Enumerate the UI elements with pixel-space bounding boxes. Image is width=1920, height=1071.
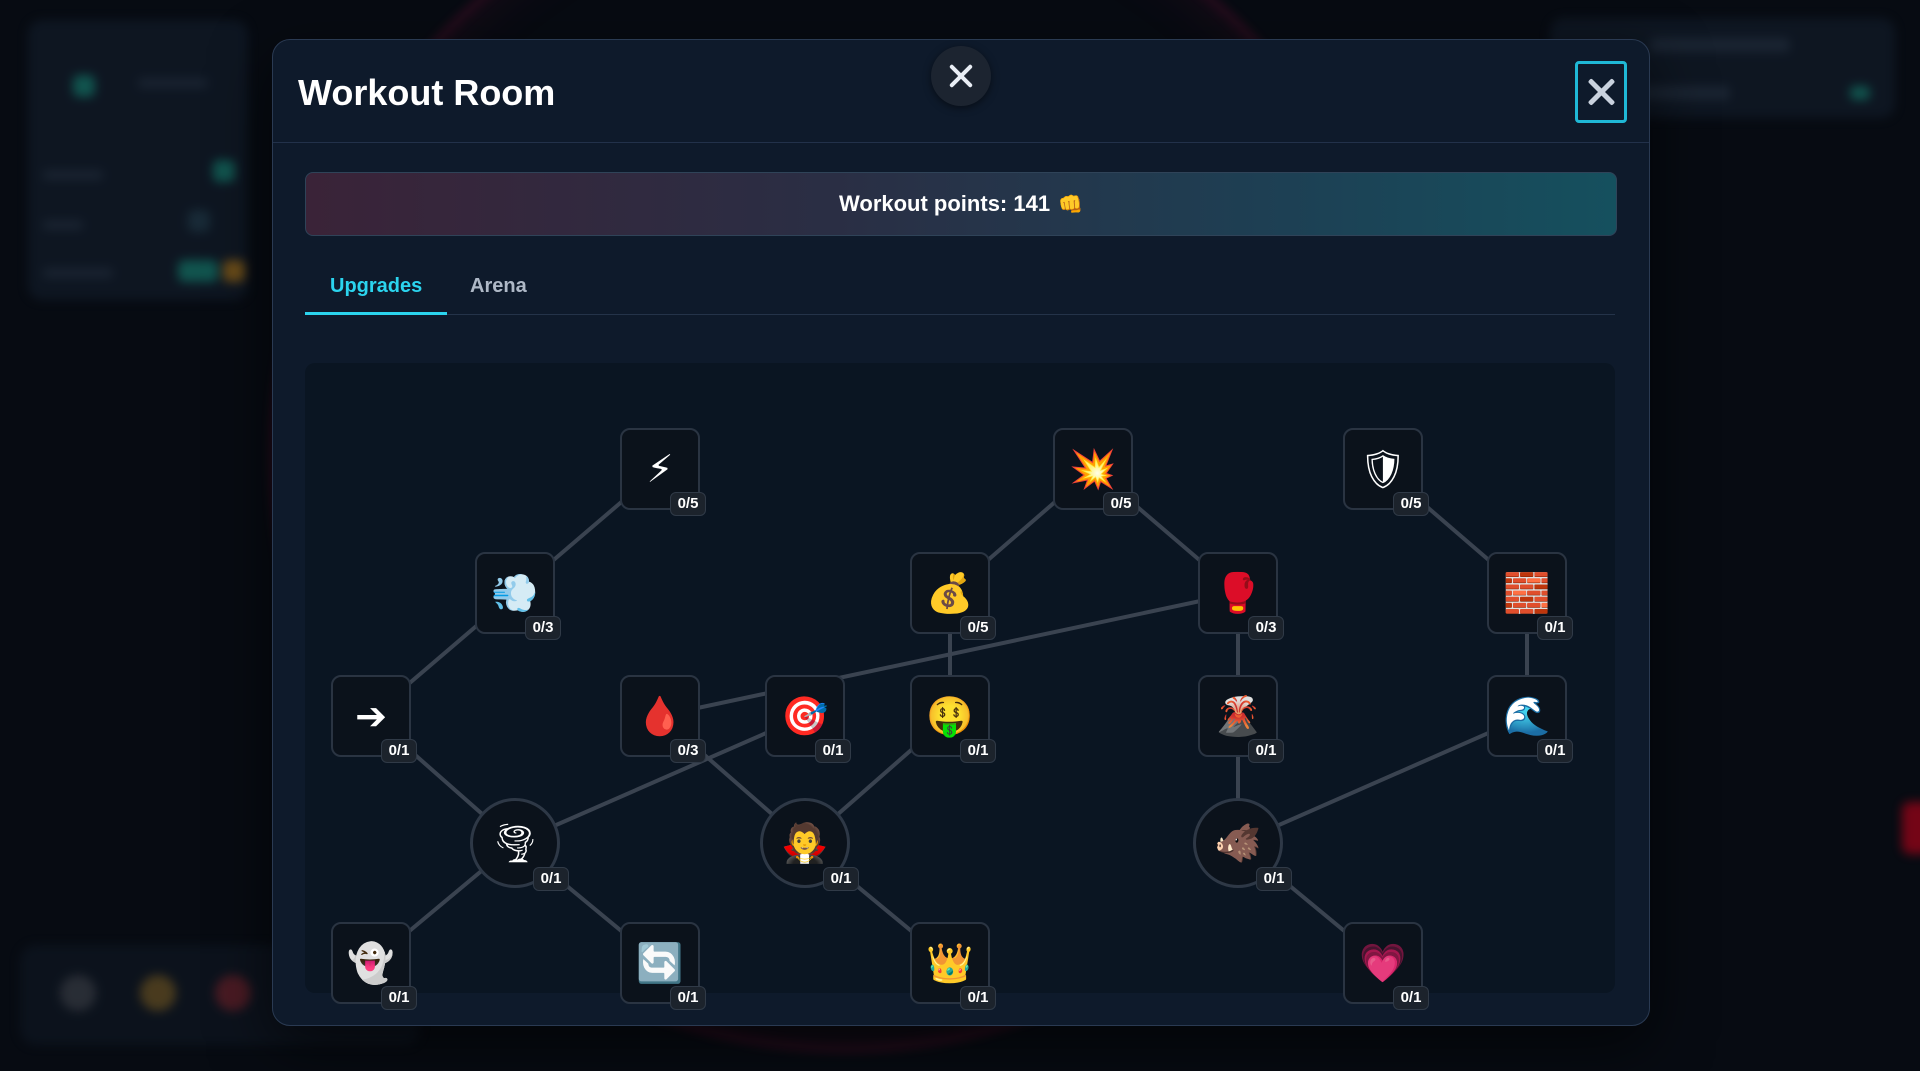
upgrade-level-badge: 0/1 <box>670 986 706 1010</box>
close-button-round[interactable] <box>931 46 991 106</box>
upgrade-node-wave[interactable]: 🌊 0/1 <box>1487 675 1573 763</box>
tab-upgrades[interactable]: Upgrades <box>305 266 448 315</box>
upgrade-node-boxing-glove[interactable]: 🥊 0/3 <box>1198 552 1284 640</box>
tab-arena[interactable]: Arena <box>445 266 552 312</box>
upgrade-level-badge: 0/1 <box>1256 867 1292 891</box>
target-icon: 🎯 <box>781 694 829 738</box>
heart-icon: 💗 <box>1359 941 1407 985</box>
shield-icon: 🛡 <box>1358 447 1408 491</box>
fist-icon: 👊 <box>1058 193 1083 216</box>
upgrade-level-badge: 0/5 <box>1393 492 1429 516</box>
upgrade-node-explosion[interactable]: 💥 0/5 <box>1053 428 1139 516</box>
dash-icon: 💨 <box>491 571 539 615</box>
boar-icon: 🐗 <box>1214 821 1262 865</box>
vampire-icon: 🧛 <box>781 821 829 865</box>
upgrade-level-badge: 0/1 <box>381 986 417 1010</box>
upgrade-node-ghost[interactable]: 👻 0/1 <box>331 922 417 1010</box>
arrow-right-icon: ➔ <box>355 694 387 738</box>
tab-bar: Upgrades Arena <box>305 266 1615 315</box>
lightning-icon: ⚡ <box>646 447 674 491</box>
upgrade-level-badge: 0/1 <box>815 739 851 763</box>
modal-title: Workout Room <box>298 72 556 113</box>
player-stats-panel <box>28 20 248 300</box>
blood-drop-icon: 🩸 <box>636 694 684 738</box>
workout-points-label: Workout points: 141 <box>839 191 1051 216</box>
upgrade-level-badge: 0/1 <box>1393 986 1429 1010</box>
upgrade-node-shield[interactable]: 🛡 0/5 <box>1343 428 1429 516</box>
upgrade-level-badge: 0/3 <box>670 739 706 763</box>
upgrade-level-badge: 0/1 <box>823 867 859 891</box>
upgrade-level-badge: 0/1 <box>960 986 996 1010</box>
upgrade-tree: ⚡ 0/5 💥 0/5 🛡 0/5 💨 0/3 💰 0/5 🥊 0/3 🧱 0/1 ➔ 0/1 🩸 0/3 🎯 0/1… <box>305 363 1615 1010</box>
upgrade-level-badge: 0/1 <box>381 739 417 763</box>
ghost-icon: 👻 <box>347 941 395 985</box>
upgrade-level-badge: 0/3 <box>525 616 561 640</box>
upgrade-node-lightning[interactable]: ⚡ 0/5 <box>620 428 706 516</box>
wave-icon: 🌊 <box>1503 694 1551 738</box>
explosion-icon: 💥 <box>1069 447 1117 491</box>
upgrade-node-boar[interactable]: 🐗 0/1 <box>1193 798 1292 891</box>
upgrade-node-money-face[interactable]: 🤑 0/1 <box>910 675 996 763</box>
upgrade-node-heart[interactable]: 💗 0/1 <box>1343 922 1429 1010</box>
upgrade-node-crown[interactable]: 👑 0/1 <box>910 922 996 1010</box>
upgrade-link <box>1236 714 1529 845</box>
money-face-icon: 🤑 <box>926 694 974 738</box>
workout-room-modal: Workout Room Workout points: 141 👊 Upgra… <box>272 39 1650 1026</box>
side-tab[interactable] <box>1902 802 1920 854</box>
boxing-glove-icon: 🥊 <box>1214 571 1262 615</box>
upgrade-level-badge: 0/3 <box>1248 616 1284 640</box>
upgrade-level-badge: 0/1 <box>533 867 569 891</box>
upgrade-level-badge: 0/5 <box>1103 492 1139 516</box>
upgrade-level-badge: 0/5 <box>960 616 996 640</box>
upgrade-level-badge: 0/1 <box>1537 616 1573 640</box>
upgrade-level-badge: 0/5 <box>670 492 706 516</box>
upgrade-node-vampire[interactable]: 🧛 0/1 <box>760 798 859 891</box>
close-icon <box>1587 78 1615 106</box>
money-bag-icon: 💰 <box>926 571 974 615</box>
tornado-icon: 🌪 <box>490 821 540 865</box>
refresh-icon: 🔄 <box>636 941 684 985</box>
upgrade-node-refresh[interactable]: 🔄 0/1 <box>620 922 706 1010</box>
upgrade-node-tornado[interactable]: 🌪 0/1 <box>470 798 569 891</box>
volcano-icon: 🌋 <box>1214 694 1262 738</box>
upgrade-node-dash[interactable]: 💨 0/3 <box>475 552 561 640</box>
brick-wall-icon: 🧱 <box>1503 571 1551 615</box>
upgrade-level-badge: 0/1 <box>1248 739 1284 763</box>
upgrade-level-badge: 0/1 <box>960 739 996 763</box>
upgrade-node-target[interactable]: 🎯 0/1 <box>765 675 851 763</box>
modal-header: Workout Room <box>273 40 1649 143</box>
upgrade-node-drop[interactable]: 🩸 0/3 <box>620 675 706 763</box>
crown-icon: 👑 <box>926 941 974 985</box>
upgrade-node-money-bag[interactable]: 💰 0/5 <box>910 552 996 640</box>
upgrade-node-arrow[interactable]: ➔ 0/1 <box>331 675 417 763</box>
close-button[interactable] <box>1575 61 1627 123</box>
close-icon <box>948 63 974 89</box>
upgrade-node-volcano[interactable]: 🌋 0/1 <box>1198 675 1284 763</box>
workout-points-bar: Workout points: 141 👊 <box>305 172 1617 236</box>
upgrade-node-brick[interactable]: 🧱 0/1 <box>1487 552 1573 640</box>
upgrade-level-badge: 0/1 <box>1537 739 1573 763</box>
